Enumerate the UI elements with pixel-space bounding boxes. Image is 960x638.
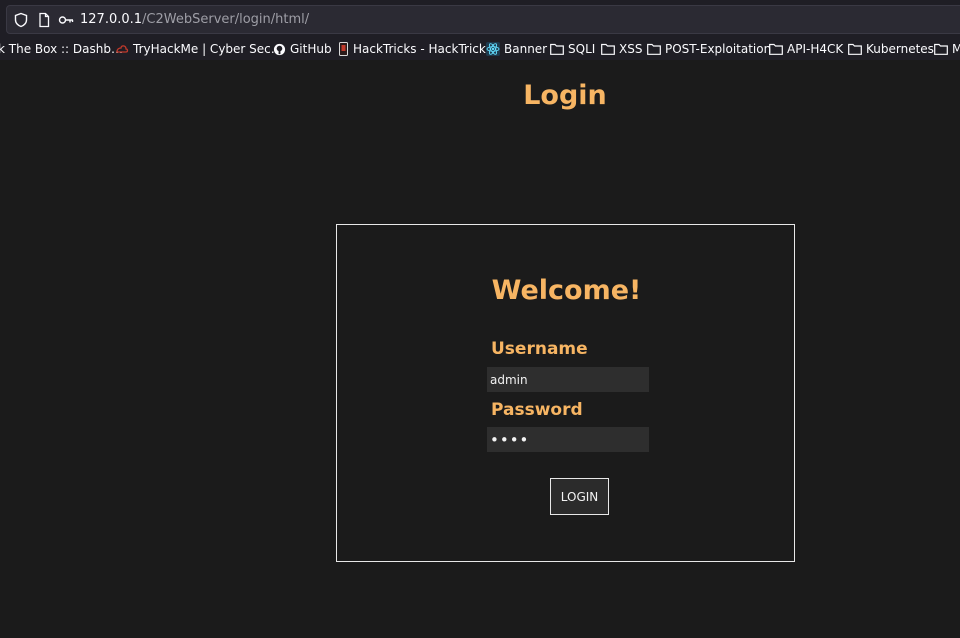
url-bar[interactable]: 127.0.0.1/C2WebServer/login/html/ — [6, 5, 960, 34]
bookmark-label: GitHub — [290, 42, 332, 56]
page-content: Login Welcome! Username Password LOGIN — [0, 60, 960, 638]
url-host: 127.0.0.1 — [80, 12, 143, 27]
page-title: Login — [523, 80, 607, 111]
github-icon — [273, 43, 286, 55]
bookmark-post-exploitation[interactable]: POST-Exploitation — [647, 41, 771, 57]
bookmark-label: Banner — [504, 42, 548, 56]
username-input[interactable] — [487, 367, 649, 392]
tryhackme-icon — [116, 45, 129, 53]
bookmark-label: XSS — [619, 42, 643, 56]
key-icon[interactable] — [58, 12, 74, 28]
bookmark-m[interactable]: M — [934, 41, 960, 57]
url-path: /C2WebServer/login/html/ — [142, 12, 310, 27]
page-icon[interactable] — [36, 12, 52, 28]
folder-icon — [647, 43, 661, 55]
folder-icon — [550, 43, 564, 55]
password-input[interactable] — [487, 427, 649, 452]
bookmark-tryhackme[interactable]: TryHackMe | Cyber Sec… — [115, 41, 283, 57]
bookmark-label: API-H4CK — [787, 42, 844, 56]
bookmark-label: TryHackMe | Cyber Sec… — [133, 42, 283, 56]
bookmark-label: Kubernetes — [866, 42, 934, 56]
bookmark-label: HackTricks - HackTricks — [353, 42, 493, 56]
bookmark-label: SQLI — [568, 42, 596, 56]
url-text[interactable]: 127.0.0.1/C2WebServer/login/html/ — [80, 12, 309, 27]
bookmark-xss[interactable]: XSS — [601, 41, 642, 57]
bookmarks-toolbar: k The Box :: Dashb… TryHackMe | Cyber Se… — [0, 38, 960, 60]
bookmark-hacktricks[interactable]: HackTricks - HackTricks — [338, 41, 492, 57]
hacktricks-icon — [339, 42, 348, 56]
login-button[interactable]: LOGIN — [550, 478, 609, 515]
bookmark-label: POST-Exploitation — [665, 42, 772, 56]
browser-toolbar: 127.0.0.1/C2WebServer/login/html/ — [0, 0, 960, 38]
login-form: Welcome! Username Password LOGIN — [336, 224, 795, 562]
bookmark-label: k The Box :: Dashb… — [0, 42, 123, 56]
bookmark-api-h4ck[interactable]: API-H4CK — [769, 41, 843, 57]
bookmark-banner[interactable]: Banner — [486, 41, 547, 57]
bookmark-hackthebox[interactable]: k The Box :: Dashb… — [0, 41, 123, 57]
username-label: Username — [491, 339, 588, 359]
folder-icon — [769, 43, 783, 55]
bookmark-kubernetes[interactable]: Kubernetes — [848, 41, 934, 57]
bookmark-label: M — [952, 42, 960, 56]
welcome-heading: Welcome! — [491, 275, 642, 306]
folder-icon — [848, 43, 862, 55]
folder-icon — [934, 43, 948, 55]
password-label: Password — [491, 400, 583, 420]
folder-icon — [601, 43, 615, 55]
shield-icon[interactable] — [13, 12, 29, 28]
react-icon — [486, 42, 500, 56]
bookmark-github[interactable]: GitHub — [273, 41, 332, 57]
bookmark-sqli[interactable]: SQLI — [550, 41, 595, 57]
